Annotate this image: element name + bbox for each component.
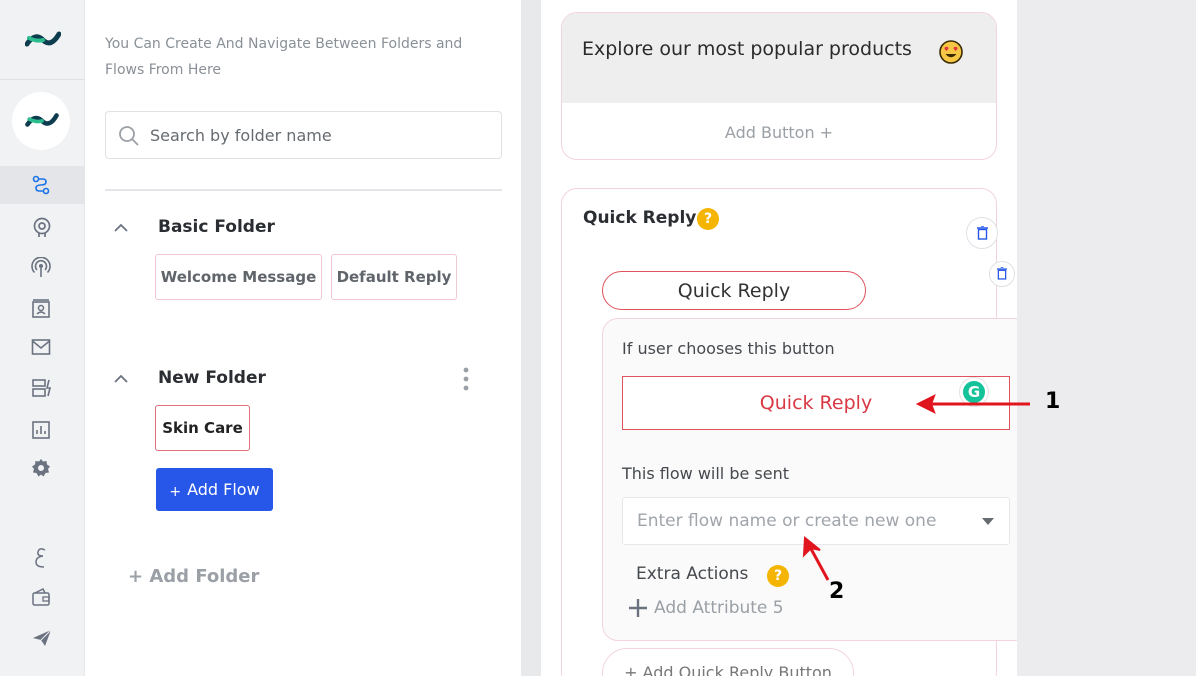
annotation-arrows (802, 393, 1030, 581)
annotation-label-1: 1 (1045, 389, 1061, 414)
arrow-icon (915, 393, 1030, 415)
arrow-icon (802, 536, 830, 581)
annotation-label-2: 2 (829, 579, 845, 604)
